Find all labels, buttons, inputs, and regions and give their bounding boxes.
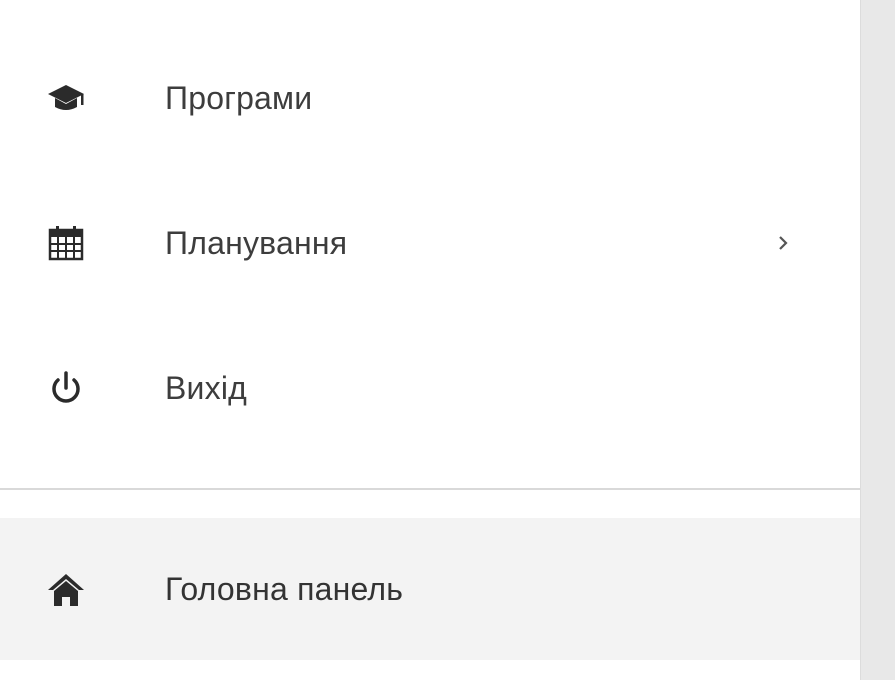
home-icon — [46, 569, 86, 609]
navigation-drawer: Програми Планування Вихід Головна панель — [0, 0, 860, 680]
menu-item-logout[interactable]: Вихід — [0, 338, 860, 438]
scrollbar-track[interactable] — [860, 0, 895, 680]
chevron-right-icon[interactable] — [768, 228, 798, 258]
menu-item-label: Вихід — [165, 369, 247, 406]
graduation-cap-icon — [46, 78, 86, 118]
power-icon — [46, 368, 86, 408]
menu-item-label: Планування — [165, 224, 348, 261]
menu-item-planning[interactable]: Планування — [0, 193, 860, 293]
calendar-icon — [46, 223, 86, 263]
menu-item-label: Програми — [165, 79, 313, 116]
menu-item-dashboard[interactable]: Головна панель — [0, 518, 860, 660]
menu-item-label: Головна панель — [165, 570, 404, 607]
menu-divider — [0, 488, 860, 490]
menu-item-programs[interactable]: Програми — [0, 48, 860, 148]
navigation-drawer-page: Програми Планування Вихід Головна панель — [0, 0, 895, 680]
